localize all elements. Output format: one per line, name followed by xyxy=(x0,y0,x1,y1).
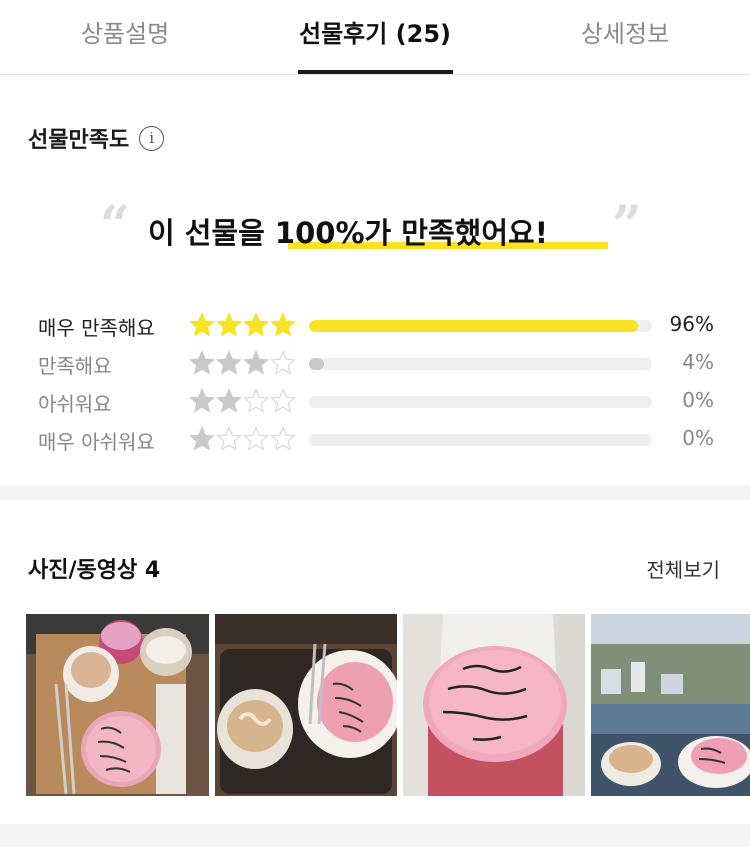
rating-label: 매우 아쉬워요 xyxy=(38,430,155,454)
section-divider xyxy=(0,824,750,847)
rating-row: 매우 만족해요 96% xyxy=(0,312,750,342)
satisfaction-title: 선물만족도 xyxy=(28,128,130,153)
close-quote-icon: ” xyxy=(612,195,642,256)
city-view-cafe-photo xyxy=(591,614,750,796)
star-rating xyxy=(189,312,296,338)
tab-label: 상품설명 xyxy=(80,20,170,48)
rating-row: 아쉬워요 0% xyxy=(0,388,750,418)
tab-label: 선물후기 (25) xyxy=(298,20,451,48)
photo-thumbnail[interactable] xyxy=(26,614,209,796)
star-filled-icon xyxy=(243,350,269,375)
star-filled-icon xyxy=(243,312,269,337)
rating-row: 만족해요 4% xyxy=(0,350,750,380)
rating-label: 매우 만족해요 xyxy=(38,316,155,340)
photo-thumbnail[interactable] xyxy=(591,614,750,796)
star-empty-icon xyxy=(270,426,296,451)
section-divider xyxy=(0,486,750,500)
rating-percent: 0% xyxy=(682,388,714,412)
satisfaction-header: 선물만족도 i xyxy=(28,122,165,154)
tab-label: 상세정보 xyxy=(580,20,670,48)
rating-bar-track xyxy=(309,396,652,408)
cake-closeup-photo xyxy=(403,614,585,796)
photo-section-title: 사진/동영상 4 xyxy=(28,558,161,583)
cake-with-latte-photo xyxy=(215,614,397,796)
star-rating xyxy=(189,426,296,452)
see-all-link[interactable]: 전체보기 xyxy=(646,554,720,583)
star-filled-icon xyxy=(189,426,215,451)
info-icon[interactable]: i xyxy=(139,125,165,151)
star-empty-icon xyxy=(270,350,296,375)
rating-bar-track xyxy=(309,320,652,332)
star-empty-icon xyxy=(270,388,296,413)
rating-label: 만족해요 xyxy=(38,354,112,378)
photo-thumbnail[interactable] xyxy=(215,614,397,796)
rating-percent: 4% xyxy=(682,350,714,374)
photo-thumbnail[interactable] xyxy=(403,614,585,796)
tab-bar: 상품설명 선물후기 (25) 상세정보 xyxy=(0,0,750,75)
star-filled-icon xyxy=(216,350,242,375)
open-quote-icon: “ xyxy=(100,195,130,256)
tab-detail-info[interactable]: 상세정보 xyxy=(500,0,750,75)
star-filled-icon xyxy=(189,388,215,413)
rating-bar-track xyxy=(309,358,652,370)
star-rating xyxy=(189,350,296,376)
cake-and-coffee-photo xyxy=(26,614,209,796)
star-empty-icon xyxy=(243,426,269,451)
headline-emphasis: 100%가 만족했어요! xyxy=(274,216,548,250)
star-filled-icon xyxy=(216,312,242,337)
active-tab-indicator xyxy=(298,70,453,74)
rating-percent: 0% xyxy=(682,426,714,450)
rating-bar-track xyxy=(309,434,652,446)
satisfaction-headline: “ 이 선물을 100%가 만족했어요! ” xyxy=(0,200,750,260)
rating-bar-fill xyxy=(309,358,325,370)
tab-product-description[interactable]: 상품설명 xyxy=(0,0,250,75)
star-filled-icon xyxy=(189,312,215,337)
rating-label: 아쉬워요 xyxy=(38,392,112,416)
star-empty-icon xyxy=(216,426,242,451)
star-filled-icon xyxy=(189,350,215,375)
tab-gift-reviews[interactable]: 선물후기 (25) xyxy=(250,0,500,75)
star-filled-icon xyxy=(216,388,242,413)
star-rating xyxy=(189,388,296,414)
rating-bar-fill xyxy=(309,320,639,332)
rating-percent: 96% xyxy=(669,312,714,336)
star-filled-icon xyxy=(270,312,296,337)
headline-text: 이 선물을 100%가 만족했어요! xyxy=(148,210,548,252)
rating-row: 매우 아쉬워요 0% xyxy=(0,426,750,456)
headline-prefix: 이 선물을 xyxy=(148,216,275,250)
star-empty-icon xyxy=(243,388,269,413)
